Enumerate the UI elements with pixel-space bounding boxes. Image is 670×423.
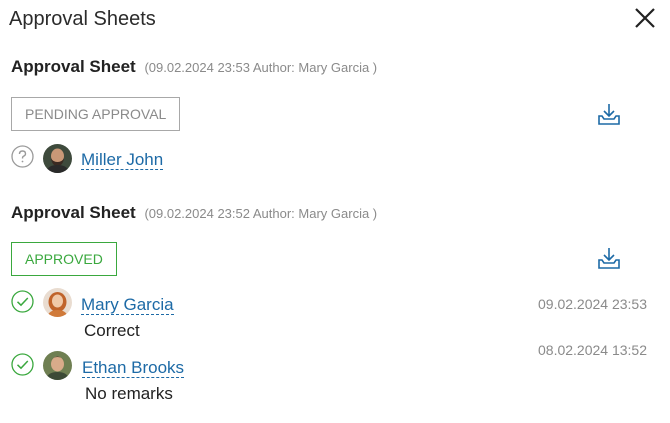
close-icon (635, 8, 655, 28)
sheet-title-text: Approval Sheet (11, 57, 136, 76)
approval-timestamp: 08.02.2024 13:52 (538, 342, 647, 358)
close-button[interactable] (633, 6, 657, 30)
approved-check-icon (11, 353, 34, 376)
avatar (43, 144, 72, 173)
download-icon (598, 104, 620, 125)
sheet-meta: (09.02.2024 23:52 Author: Mary Garcia ) (144, 206, 378, 221)
sheet-meta: (09.02.2024 23:53 Author: Mary Garcia ) (144, 60, 378, 75)
approver-link[interactable]: Ethan Brooks (82, 358, 185, 378)
approver-link[interactable]: Miller John (81, 150, 164, 170)
avatar (43, 288, 72, 317)
download-button[interactable] (597, 102, 621, 126)
panel-title: Approval Sheets (9, 8, 156, 30)
status-badge: PENDING APPROVAL (11, 97, 181, 131)
approval-timestamp: 09.02.2024 23:53 (538, 296, 647, 312)
approved-check-icon (11, 290, 34, 313)
approver-comment: No remarks (85, 384, 173, 403)
download-button[interactable] (597, 246, 621, 270)
pending-question-icon (11, 145, 34, 168)
approver-link[interactable]: Mary Garcia (81, 295, 174, 315)
avatar (43, 351, 72, 380)
status-badge: APPROVED (11, 242, 117, 276)
download-icon (598, 248, 620, 269)
sheet-title: Approval Sheet (09.02.2024 23:53 Author:… (11, 57, 377, 77)
sheet-title: Approval Sheet (09.02.2024 23:52 Author:… (11, 203, 377, 223)
sheet-title-text: Approval Sheet (11, 203, 136, 222)
approver-comment: Correct (84, 321, 140, 340)
